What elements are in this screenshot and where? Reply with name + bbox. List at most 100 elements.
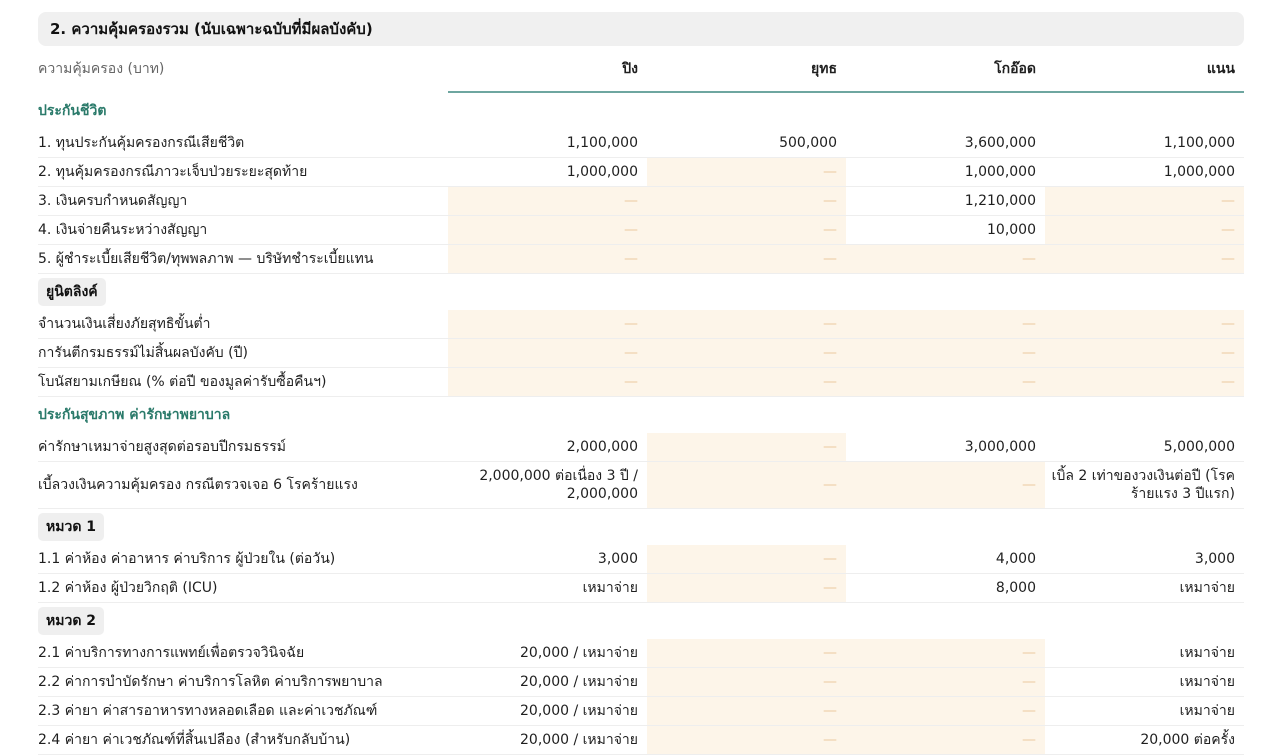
group-header-row: หมวด 2 bbox=[38, 603, 1244, 640]
row-label: การันตีกรมธรรม์ไม่สิ้นผลบังคับ (ปี) bbox=[38, 338, 448, 368]
table-row: เบี้ลวงเงินความคุ้มครอง กรณีตรวจเจอ 6 โร… bbox=[38, 461, 1244, 509]
row-label: 2.3 ค่ายา ค่าสารอาหารทางหลอดเลือด และค่า… bbox=[38, 696, 448, 726]
not-applicable-cell: — bbox=[448, 186, 647, 216]
group-header-cell: ประกันสุขภาพ ค่ารักษาพยาบาล bbox=[38, 397, 1244, 434]
group-header-cell: ประกันชีวิต bbox=[38, 92, 1244, 129]
not-applicable-cell: — bbox=[448, 367, 647, 397]
table-row: 1.2 ค่าห้อง ผู้ป่วยวิกฤติ (ICU) เหมาจ่าย —… bbox=[38, 573, 1244, 603]
not-applicable-cell: — bbox=[448, 310, 647, 339]
value-cell: 1,000,000 bbox=[448, 157, 647, 187]
group-title: ประกันชีวิต bbox=[38, 103, 107, 119]
value-cell: 3,000 bbox=[448, 545, 647, 574]
section-title: 2. ความคุ้มครองรวม (นับเฉพาะฉบับที่มีผลบ… bbox=[38, 12, 1244, 46]
row-label: 2.1 ค่าบริการทางการแพทย์เพื่อตรวจวินิจฉั… bbox=[38, 639, 448, 668]
group-title: ยูนิตลิงค์ bbox=[38, 278, 106, 306]
table-row: 3. เงินครบกำหนดสัญญา — —1,210,000— bbox=[38, 186, 1244, 216]
value-cell: 4,000 bbox=[846, 545, 1045, 574]
value-cell: เหมาจ่าย bbox=[1045, 573, 1244, 603]
not-applicable-cell: — bbox=[846, 367, 1045, 397]
value-cell: 20,000 ต่อครั้ง bbox=[1045, 725, 1244, 755]
row-label: ค่ารักษาเหมาจ่ายสูงสุดต่อรอบปีกรมธรรม์ bbox=[38, 433, 448, 462]
value-cell: 1,210,000 bbox=[846, 186, 1045, 216]
not-applicable-cell: — bbox=[647, 215, 846, 245]
value-cell: 500,000 bbox=[647, 129, 846, 158]
table-body: ประกันชีวิต 1. ทุนประกันคุ้มครองกรณีเสียช… bbox=[38, 92, 1244, 755]
row-label: 2.4 ค่ายา ค่าเวชภัณฑ์ที่สิ้นเปลือง (สำหร… bbox=[38, 725, 448, 755]
table-row: 2.1 ค่าบริการทางการแพทย์เพื่อตรวจวินิจฉั… bbox=[38, 639, 1244, 668]
not-applicable-cell: — bbox=[448, 338, 647, 368]
group-header-row: ยูนิตลิงค์ bbox=[38, 274, 1244, 311]
not-applicable-cell: — bbox=[448, 215, 647, 245]
value-cell: เหมาจ่าย bbox=[1045, 667, 1244, 697]
table-row: ค่ารักษาเหมาจ่ายสูงสุดต่อรอบปีกรมธรรม์ 2,… bbox=[38, 433, 1244, 462]
table-row: 2.4 ค่ายา ค่าเวชภัณฑ์ที่สิ้นเปลือง (สำหร… bbox=[38, 725, 1244, 755]
row-label: 1. ทุนประกันคุ้มครองกรณีเสียชีวิต bbox=[38, 129, 448, 158]
value-cell: 20,000 / เหมาจ่าย bbox=[448, 639, 647, 668]
not-applicable-cell: — bbox=[846, 667, 1045, 697]
group-header-cell: หมวด 2 bbox=[38, 603, 1244, 640]
not-applicable-cell: — bbox=[1045, 367, 1244, 397]
group-header-row: หมวด 1 bbox=[38, 509, 1244, 546]
table-row: การันตีกรมธรรม์ไม่สิ้นผลบังคับ (ปี) — — — — bbox=[38, 338, 1244, 368]
not-applicable-cell: — bbox=[1045, 310, 1244, 339]
value-cell: เหมาจ่าย bbox=[448, 573, 647, 603]
not-applicable-cell: — bbox=[846, 338, 1045, 368]
table-row: 5. ผู้ชำระเบี้ยเสียชีวิต/ทุพพลภาพ — บริษ… bbox=[38, 244, 1244, 274]
not-applicable-cell: — bbox=[647, 725, 846, 755]
value-cell: 1,100,000 bbox=[1045, 129, 1244, 158]
group-header-row: ประกันชีวิต bbox=[38, 92, 1244, 129]
not-applicable-cell: — bbox=[647, 667, 846, 697]
not-applicable-cell: — bbox=[647, 244, 846, 274]
not-applicable-cell: — bbox=[846, 639, 1045, 668]
group-title: หมวด 1 bbox=[38, 513, 105, 541]
group-title: หมวด 2 bbox=[38, 607, 105, 635]
table-row: 4. เงินจ่ายคืนระหว่างสัญญา — —10,000— bbox=[38, 215, 1244, 245]
table-row: 1.1 ค่าห้อง ค่าอาหาร ค่าบริการ ผู้ป่วยใน… bbox=[38, 545, 1244, 574]
not-applicable-cell: — bbox=[647, 338, 846, 368]
value-cell: 20,000 / เหมาจ่าย bbox=[448, 667, 647, 697]
row-label: 1.1 ค่าห้อง ค่าอาหาร ค่าบริการ ผู้ป่วยใน… bbox=[38, 545, 448, 574]
row-label: 3. เงินครบกำหนดสัญญา bbox=[38, 186, 448, 216]
table-row: 1. ทุนประกันคุ้มครองกรณีเสียชีวิต 1,100,0… bbox=[38, 129, 1244, 158]
coverage-table: ความคุ้มครอง (บาท) ปิง ยุทธ โกอ๊อด แนน ป… bbox=[38, 46, 1244, 755]
value-cell: 3,600,000 bbox=[846, 129, 1045, 158]
value-cell: เบิ้ล 2 เท่าของวงเงินต่อปี (โรคร้ายแรง 3… bbox=[1045, 461, 1244, 509]
not-applicable-cell: — bbox=[846, 461, 1045, 509]
group-title: ประกันสุขภาพ ค่ารักษาพยาบาล bbox=[38, 407, 231, 423]
not-applicable-cell: — bbox=[846, 725, 1045, 755]
group-header-cell: ยูนิตลิงค์ bbox=[38, 274, 1244, 311]
value-cell: เหมาจ่าย bbox=[1045, 639, 1244, 668]
not-applicable-cell: — bbox=[647, 367, 846, 397]
row-label: 5. ผู้ชำระเบี้ยเสียชีวิต/ทุพพลภาพ — บริษ… bbox=[38, 244, 448, 274]
coverage-column-header: ความคุ้มครอง (บาท) bbox=[38, 61, 165, 77]
not-applicable-cell: — bbox=[1045, 215, 1244, 245]
not-applicable-cell: — bbox=[647, 157, 846, 187]
not-applicable-cell: — bbox=[846, 244, 1045, 274]
value-cell: 1,000,000 bbox=[846, 157, 1045, 187]
value-cell: 10,000 bbox=[846, 215, 1045, 245]
not-applicable-cell: — bbox=[647, 696, 846, 726]
row-label: จำนวนเงินเสี่ยงภัยสุทธิขั้นต่ำ bbox=[38, 310, 448, 339]
not-applicable-cell: — bbox=[1045, 186, 1244, 216]
not-applicable-cell: — bbox=[647, 639, 846, 668]
table-row: จำนวนเงินเสี่ยงภัยสุทธิขั้นต่ำ — — — — bbox=[38, 310, 1244, 339]
plan-column-header: ยุทธ bbox=[647, 46, 846, 93]
plan-column-header: แนน bbox=[1045, 46, 1244, 93]
not-applicable-cell: — bbox=[647, 461, 846, 509]
row-label: 1.2 ค่าห้อง ผู้ป่วยวิกฤติ (ICU) bbox=[38, 573, 448, 603]
group-header-cell: หมวด 1 bbox=[38, 509, 1244, 546]
not-applicable-cell: — bbox=[1045, 338, 1244, 368]
value-cell: 5,000,000 bbox=[1045, 433, 1244, 462]
row-label: เบี้ลวงเงินความคุ้มครอง กรณีตรวจเจอ 6 โร… bbox=[38, 461, 448, 509]
not-applicable-cell: — bbox=[448, 244, 647, 274]
table-row: 2.3 ค่ายา ค่าสารอาหารทางหลอดเลือด และค่า… bbox=[38, 696, 1244, 726]
row-label: โบนัสยามเกษียณ (% ต่อปี ของมูลค่ารับซื้อ… bbox=[38, 367, 448, 397]
value-cell: เหมาจ่าย bbox=[1045, 696, 1244, 726]
table-header-row: ความคุ้มครอง (บาท) ปิง ยุทธ โกอ๊อด แนน bbox=[38, 46, 1244, 93]
row-label: 2.2 ค่าการบำบัดรักษา ค่าบริการโลหิต ค่าบ… bbox=[38, 667, 448, 697]
plan-column-header: โกอ๊อด bbox=[846, 46, 1045, 93]
plan-column-header: ปิง bbox=[448, 46, 647, 93]
table-row: โบนัสยามเกษียณ (% ต่อปี ของมูลค่ารับซื้อ… bbox=[38, 367, 1244, 397]
value-cell: 1,100,000 bbox=[448, 129, 647, 158]
not-applicable-cell: — bbox=[647, 310, 846, 339]
